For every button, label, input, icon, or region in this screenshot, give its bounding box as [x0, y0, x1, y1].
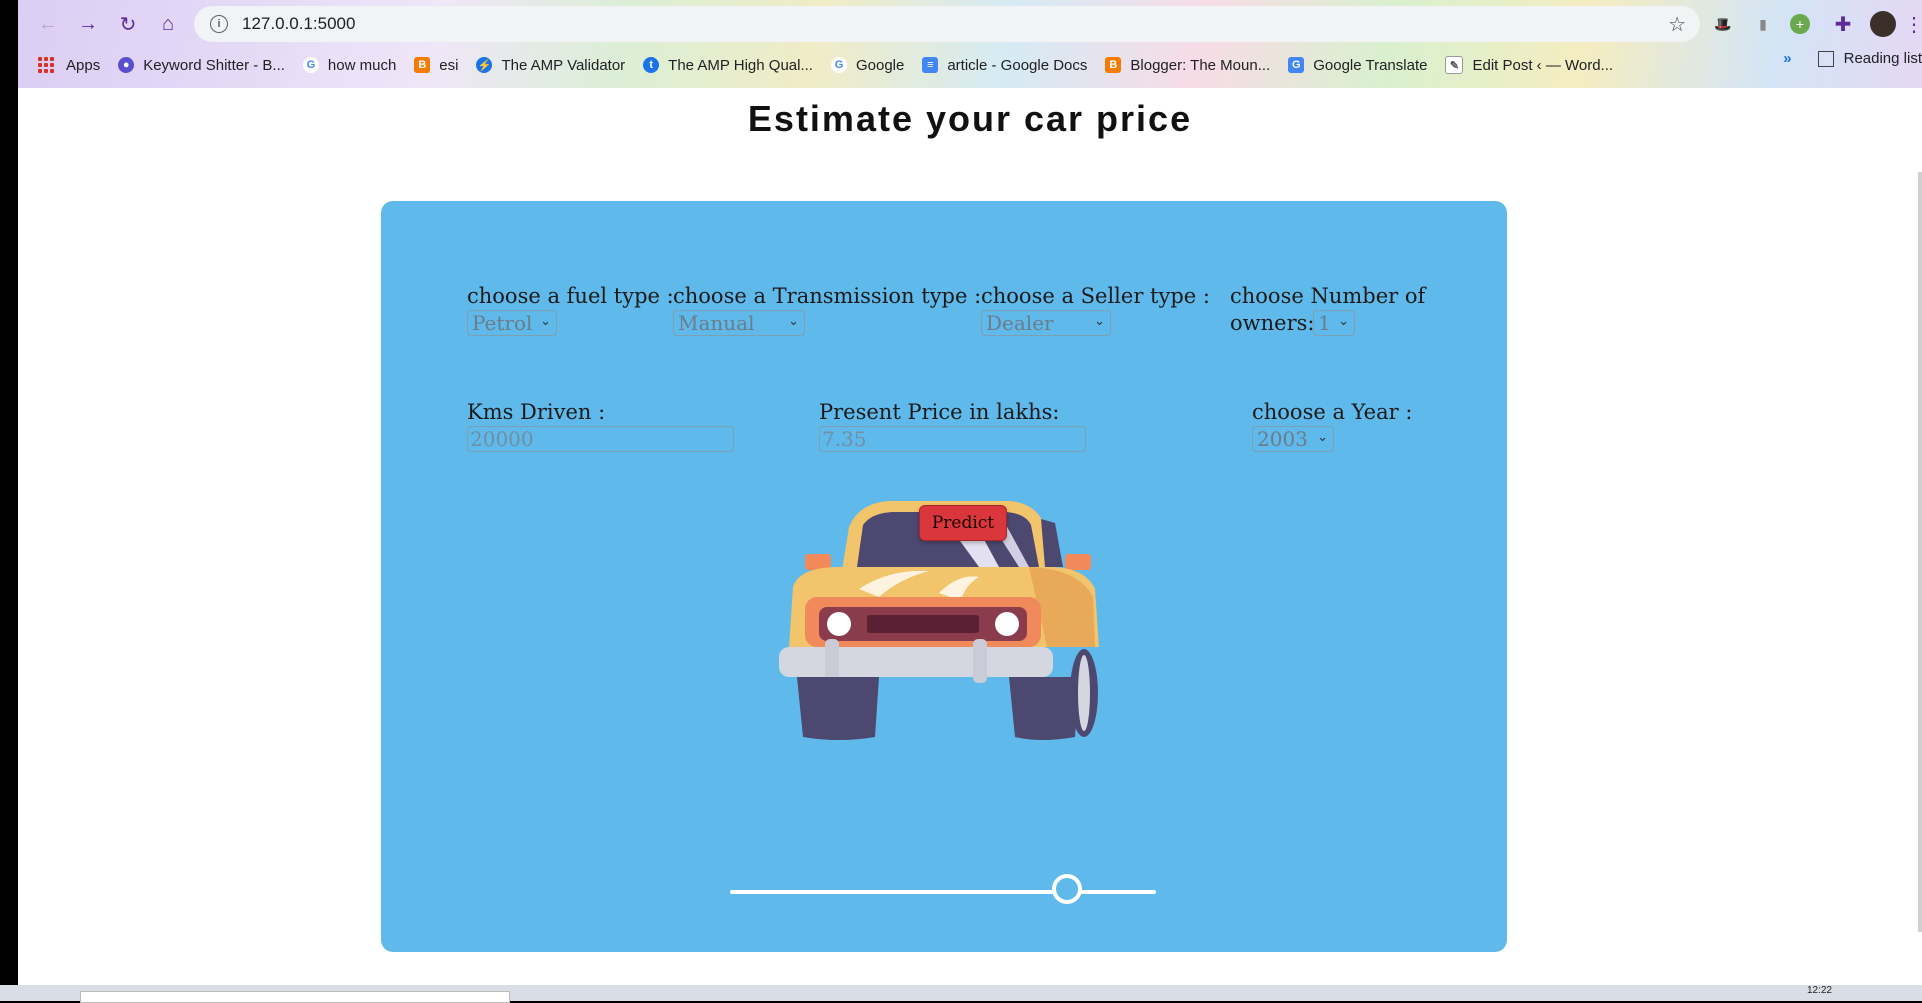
chevron-down-icon: ⌄ — [540, 314, 551, 329]
browser-menu-icon[interactable]: ⋮ — [1902, 12, 1922, 36]
docs-icon: ≡ — [922, 57, 939, 73]
owners-label-line2: owners: — [1230, 311, 1315, 335]
transmission-type-select[interactable]: Manual ⌄ — [673, 310, 805, 336]
bookmark-star-icon[interactable]: ☆ — [1668, 12, 1686, 37]
kms-driven-input[interactable] — [467, 426, 734, 452]
bookmark-edit-post[interactable]: ✎ Edit Post ‹ — Word... — [1445, 56, 1613, 74]
bookmark-how-much[interactable]: G how much — [302, 57, 396, 74]
home-icon[interactable]: ⌂ — [154, 10, 182, 38]
amp-icon: ⚡ — [476, 57, 493, 73]
bookmark-esi[interactable]: B esi — [414, 57, 458, 74]
google-icon: G — [830, 57, 847, 73]
owners-select[interactable]: 1 ⌄ — [1313, 310, 1355, 336]
chevron-down-icon: ⌄ — [788, 314, 799, 329]
seller-type-select[interactable]: Dealer ⌄ — [981, 310, 1111, 336]
translate-icon: G — [1288, 57, 1305, 73]
site-info-icon[interactable]: i — [210, 15, 228, 33]
t-icon: t — [643, 57, 660, 73]
chevron-down-icon: ⌄ — [1338, 314, 1349, 329]
edit-post-icon: ✎ — [1445, 56, 1464, 74]
bookmark-amp-validator[interactable]: ⚡ The AMP Validator — [476, 57, 625, 74]
kms-driven-label: Kms Driven : — [467, 400, 606, 424]
bookmark-google[interactable]: G Google — [830, 57, 904, 74]
apps-grid-icon — [38, 57, 54, 73]
fuel-type-select[interactable]: Petrol ⌄ — [467, 310, 557, 336]
blogger-icon: B — [414, 57, 431, 73]
bookmark-apps[interactable]: Apps — [38, 57, 100, 74]
year-label: choose a Year : — [1252, 400, 1413, 424]
page-scrollbar[interactable] — [1918, 172, 1922, 932]
address-bar[interactable]: i 127.0.0.1:5000 ☆ — [194, 6, 1700, 42]
browser-chrome: ← → ↻ ⌂ i 127.0.0.1:5000 ☆ 🎩 ▮ + ✚ ⋮ App… — [18, 0, 1922, 88]
blogger-icon: B — [1105, 57, 1122, 73]
forward-arrow-icon[interactable]: → — [74, 10, 102, 38]
os-taskbar: 12:22 — [0, 985, 1922, 1003]
fuel-type-label: choose a fuel type : — [467, 284, 674, 308]
chevron-down-icon: ⌄ — [1094, 314, 1105, 329]
back-arrow-icon[interactable]: ← — [34, 10, 62, 38]
transmission-type-label: choose a Transmission type : — [673, 284, 982, 308]
present-price-input[interactable] — [819, 426, 1086, 452]
bookmarks-bar: Apps ● Keyword Shitter - B... G how much… — [18, 50, 1922, 80]
taskbar-search-box[interactable] — [80, 991, 510, 1003]
bookmark-amp-high-quality[interactable]: t The AMP High Qual... — [643, 57, 813, 74]
prediction-form-card: choose a fuel type : Petrol ⌄ choose a Tr… — [381, 201, 1507, 952]
seller-type-label: choose a Seller type : — [981, 284, 1210, 308]
slider-thumb[interactable] — [1051, 874, 1082, 904]
page-title: Estimate your car price — [747, 98, 1193, 139]
google-icon: G — [302, 57, 319, 73]
extension-hat-icon[interactable]: 🎩 — [1711, 12, 1735, 36]
extension-plus-icon[interactable]: + — [1790, 14, 1810, 34]
reload-icon[interactable]: ↻ — [114, 10, 142, 38]
chevron-down-icon: ⌄ — [1317, 430, 1328, 445]
extensions-puzzle-icon[interactable]: ✚ — [1831, 12, 1855, 36]
globe-icon: ● — [118, 57, 135, 73]
profile-avatar-icon[interactable] — [1870, 11, 1896, 37]
bookmark-blogger[interactable]: B Blogger: The Moun... — [1105, 57, 1270, 74]
extension-bottle-icon[interactable]: ▮ — [1751, 12, 1775, 36]
web-page: Estimate your car price choose a fuel ty… — [18, 88, 1922, 985]
reading-list[interactable]: » Reading list — [1783, 50, 1922, 67]
predict-button[interactable]: Predict — [919, 505, 1007, 541]
year-select[interactable]: 2003 ⌄ — [1252, 426, 1334, 452]
slider-track[interactable] — [730, 890, 1156, 894]
bookmark-google-docs[interactable]: ≡ article - Google Docs — [922, 57, 1087, 74]
taskbar-clock: 12:22 — [1806, 985, 1832, 996]
bookmark-keyword-shitter[interactable]: ● Keyword Shitter - B... — [118, 57, 285, 74]
reading-list-icon — [1817, 50, 1834, 67]
screen-left-edge — [0, 0, 18, 985]
present-price-label: Present Price in lakhs: — [819, 400, 1060, 424]
owners-label: choose Number of — [1230, 284, 1426, 308]
url-text: 127.0.0.1:5000 — [242, 14, 356, 33]
bookmark-google-translate[interactable]: G Google Translate — [1288, 57, 1427, 74]
more-bookmarks-chevron-icon[interactable]: » — [1783, 50, 1791, 67]
